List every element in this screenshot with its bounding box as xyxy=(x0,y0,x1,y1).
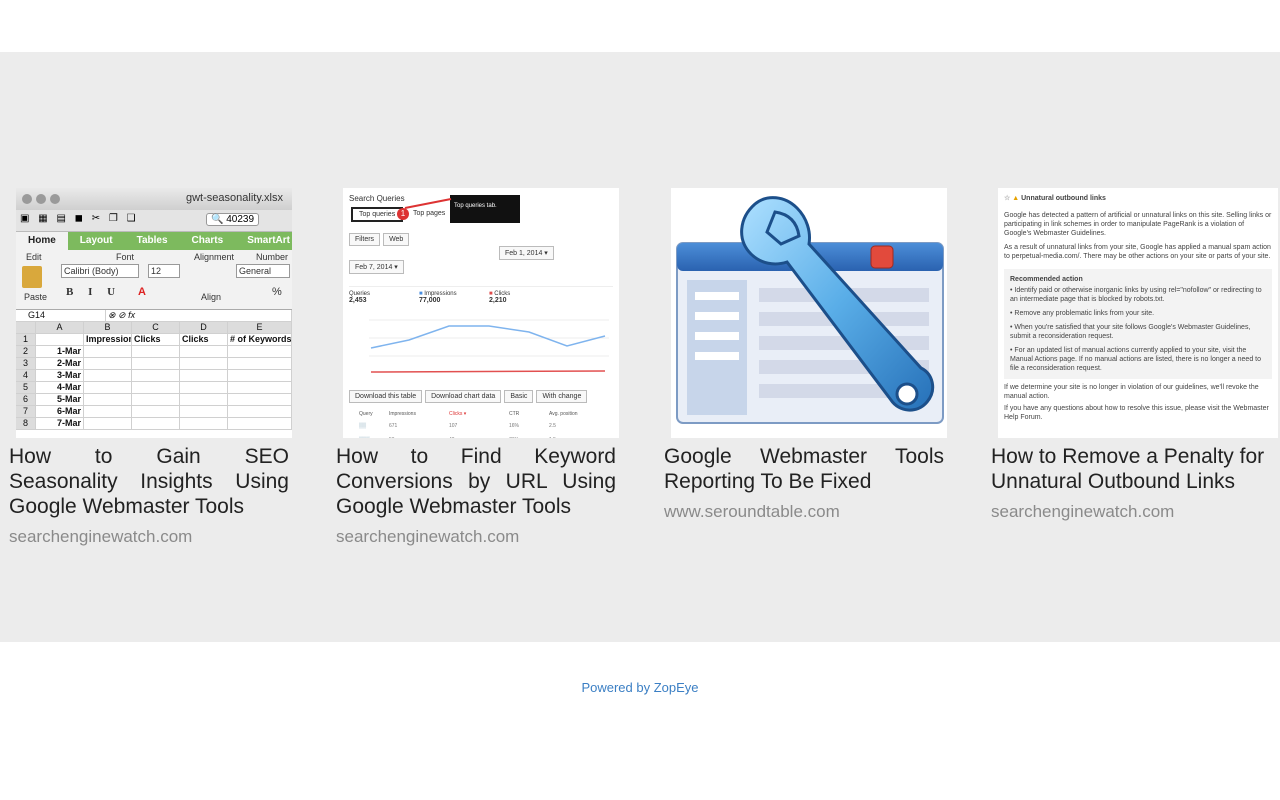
fx-icon: ⊗ ⊘ fx xyxy=(106,310,292,321)
formula-bar: G14 ⊗ ⊘ fx xyxy=(16,310,292,322)
table-row: ▒▒ 671 107 16% 2.5 xyxy=(359,423,556,429)
table-row: 1 Impressions Clicks Clicks # of Keyword… xyxy=(16,334,292,346)
excel-toolbar: ▣ ▦ ▤ ◼ ✂ ❐ ❑ 🔍 40239 xyxy=(16,210,292,232)
result-card-4[interactable]: ☆ ▲ Unnatural outbound links Google has … xyxy=(991,188,1278,522)
result-title-3[interactable]: Google Webmaster Tools Reporting To Be F… xyxy=(664,444,944,494)
impressions-line xyxy=(370,325,606,349)
notice-heading: Unnatural outbound links xyxy=(1021,195,1106,202)
notice-paragraph: If you have any questions about how to r… xyxy=(1004,405,1269,421)
ribbon-label-number: Number xyxy=(256,252,289,262)
result-thumbnail-4[interactable]: ☆ ▲ Unnatural outbound links Google has … xyxy=(998,188,1278,438)
result-title-1[interactable]: How to Gain SEO Seasonality Insights Usi… xyxy=(9,444,289,519)
webmaster-tools-wrench-icon xyxy=(676,196,944,424)
toolbar-icons: ▣ ▦ ▤ ◼ ✂ ❐ ❑ xyxy=(20,213,139,224)
table-row: 6 5-Mar xyxy=(16,394,292,406)
result-title-4[interactable]: How to Remove a Penalty for Unnatural Ou… xyxy=(991,444,1271,494)
result-source-3: www.seroundtable.com xyxy=(664,502,840,521)
recommended-action-box: Recommended action • Identify paid or ot… xyxy=(1004,269,1272,379)
tab-layout: Layout xyxy=(79,235,113,246)
tab-smartart: SmartArt xyxy=(247,235,290,246)
clicks-line xyxy=(370,370,606,373)
manual-action-notice: ☆ ▲ Unnatural outbound links Google has … xyxy=(998,188,1278,428)
powered-by-label: Powered by xyxy=(581,680,654,695)
tab-home: Home xyxy=(16,232,68,250)
callout-tooltip: Top queries tab. xyxy=(450,195,520,223)
excel-titlebar: gwt-seasonality.xlsx xyxy=(16,188,292,210)
sq-table-header: Query Impressions Clicks ▾ CTR Avg. position xyxy=(359,411,578,417)
percent-icon: % xyxy=(272,286,282,298)
tab-charts: Charts xyxy=(191,235,224,246)
column-headers: A B C D E xyxy=(16,322,292,334)
excel-ribbon-tabs: Home Layout Tables Charts SmartArt xyxy=(16,232,292,250)
table-row: 3 2-Mar xyxy=(16,358,292,370)
sq-stats: Queries 2,453 ■ Impressions 77,000 ■ Click… xyxy=(349,286,613,304)
excel-search-field: 🔍 40239 xyxy=(206,213,260,226)
font-style-buttons: B I U xyxy=(66,286,122,298)
tab-tables: Tables xyxy=(136,235,168,246)
sq-filter-buttons: Filters Web Feb 1, 2014 ▾Feb 7, 2014 ▾ xyxy=(349,233,613,274)
font-size-field: 12 xyxy=(148,264,180,278)
sq-tabs: Top queries 1 Top pages Top queries tab. xyxy=(349,195,613,225)
notice-paragraph: As a result of unnatural links from your… xyxy=(1004,244,1271,260)
result-card-2[interactable]: Search Queries Top queries 1 Top pages T… xyxy=(336,188,619,547)
result-card-1[interactable]: gwt-seasonality.xlsx ▣ ▦ ▤ ◼ ✂ ❐ ❑ 🔍 402… xyxy=(9,188,292,547)
search-icon: 🔍 xyxy=(211,214,224,225)
star-icon: ☆ xyxy=(1004,195,1011,202)
paste-icon xyxy=(22,266,42,288)
table-row: 2 1-Mar xyxy=(16,346,292,358)
table-row: 8 7-Mar xyxy=(16,418,292,430)
result-source-2: searchenginewatch.com xyxy=(336,527,520,546)
search-queries-screenshot: Search Queries Top queries 1 Top pages T… xyxy=(343,188,619,438)
cell-reference: G14 xyxy=(16,310,106,321)
sq-line-chart xyxy=(369,319,609,373)
powered-by-footer: Powered by ZopEye xyxy=(0,680,1280,695)
result-source-4: searchenginewatch.com xyxy=(991,502,1175,521)
minimize-dot-icon xyxy=(36,194,46,204)
recommended-action-heading: Recommended action xyxy=(1010,276,1083,283)
sq-table-buttons: Download this table Download chart data Ba… xyxy=(349,390,613,403)
sq-tab-top-pages: Top pages xyxy=(413,210,446,217)
font-color-icon: A xyxy=(138,286,146,298)
ribbon-label-alignment: Alignment xyxy=(194,252,235,262)
zopeye-link[interactable]: ZopEye xyxy=(654,680,699,695)
result-source-1: searchenginewatch.com xyxy=(9,527,193,546)
sq-tab-top-queries: Top queries xyxy=(351,207,404,222)
ribbon-label-edit: Edit xyxy=(26,252,42,262)
table-row: 7 6-Mar xyxy=(16,406,292,418)
font-name-field: Calibri (Body) xyxy=(61,264,139,278)
ribbon-label-font: Font xyxy=(116,252,135,262)
result-thumbnail-2[interactable]: Search Queries Top queries 1 Top pages T… xyxy=(343,188,619,438)
result-thumbnail-3[interactable] xyxy=(671,188,947,438)
warning-icon: ▲ xyxy=(1012,195,1020,202)
number-format-field: General xyxy=(236,264,290,278)
excel-filename: gwt-seasonality.xlsx xyxy=(186,192,283,204)
notice-paragraph: Google has detected a pattern of artific… xyxy=(1004,212,1272,237)
callout-arrow-icon xyxy=(404,198,452,209)
result-thumbnail-1[interactable]: gwt-seasonality.xlsx ▣ ▦ ▤ ◼ ✂ ❐ ❑ 🔍 402… xyxy=(16,188,292,438)
result-card-3[interactable]: Google Webmaster Tools Reporting To Be F… xyxy=(664,188,947,522)
excel-ribbon: Edit Font Alignment Number Paste Calibri… xyxy=(16,250,292,310)
ribbon-label-paste: Paste xyxy=(24,292,48,302)
table-row: 4 3-Mar xyxy=(16,370,292,382)
ribbon-label-align: Align xyxy=(201,292,222,302)
table-row: ▒▒▒564071%1.5 xyxy=(349,437,613,438)
excel-grid: G14 ⊗ ⊘ fx A B C D E 1 Impressions Click… xyxy=(16,310,292,430)
notice-paragraph: If we determine your site is no longer i… xyxy=(1004,384,1259,400)
result-title-2[interactable]: How to Find Keyword Conversions by URL U… xyxy=(336,444,616,519)
close-dot-icon xyxy=(22,194,32,204)
zoom-dot-icon xyxy=(50,194,60,204)
table-row: 5 4-Mar xyxy=(16,382,292,394)
